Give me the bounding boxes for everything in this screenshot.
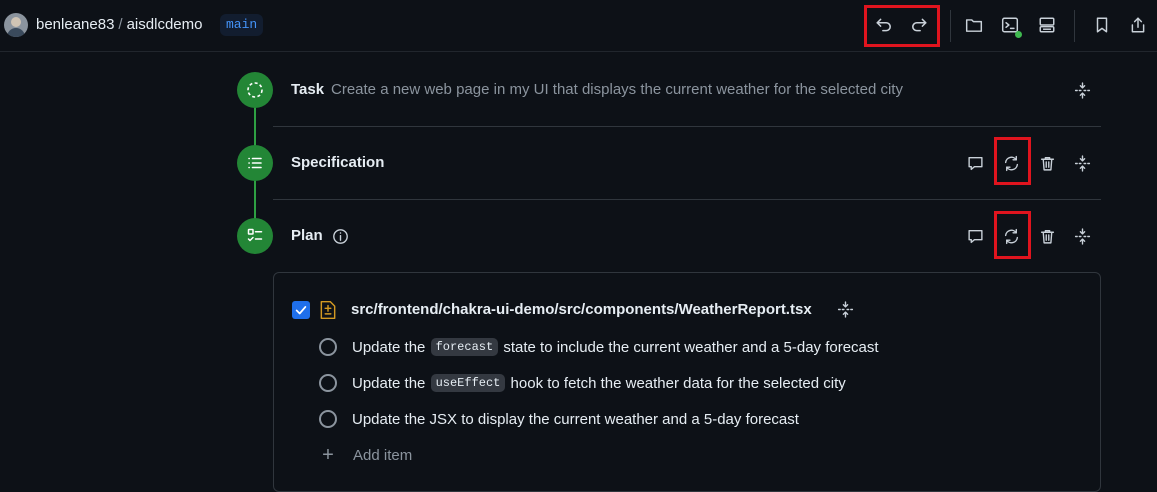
toolbar-divider [950,10,951,42]
item-text: Update the [352,338,426,356]
owner-link[interactable]: benleane83 [36,16,114,33]
info-icon [332,228,348,244]
add-item-button[interactable]: + Add item [319,444,412,467]
plan-item: Update the forecast state to include the… [319,335,879,359]
task-row: Task Create a new web page in my UI that… [273,78,1101,102]
item-text: Update the JSX to display the current we… [352,410,799,428]
specification-row: Specification [273,151,1101,175]
check-icon [295,306,307,315]
bookmark-button[interactable] [1089,12,1115,38]
collapse-specification-button[interactable] [1070,151,1094,175]
avatar[interactable] [4,13,28,37]
collapse-file-button[interactable] [833,297,857,321]
plan-info-button[interactable] [328,224,352,248]
timeline-connector [254,178,256,220]
sync-icon [1004,228,1018,244]
redo-button[interactable] [906,12,932,38]
file-checkbox[interactable] [292,301,310,319]
checklist-icon [247,228,263,242]
specification-title[interactable]: Specification [291,154,384,171]
server-icon [1039,17,1055,33]
files-button[interactable] [961,12,987,38]
comment-icon [967,156,983,170]
plan-file-card: src/frontend/chakra-ui-demo/src/componen… [273,272,1101,492]
delete-button[interactable] [1035,224,1059,248]
collapse-plan-button[interactable] [1070,224,1094,248]
fold-icon [1074,81,1090,99]
item-radio[interactable] [319,338,337,356]
breadcrumb-separator: / [118,16,123,33]
toolbar-divider [1074,10,1075,42]
undo-icon [876,18,891,32]
item-radio[interactable] [319,410,337,428]
collapse-task-button[interactable] [1070,78,1094,102]
add-item-label: Add item [353,447,413,464]
task-title: Task [291,81,325,98]
delete-button[interactable] [1035,151,1059,175]
task-step-circle [237,72,273,108]
fold-icon [1074,227,1090,245]
regenerate-button[interactable] [999,224,1023,248]
dashed-circle-icon [247,82,263,98]
file-path-link[interactable]: src/frontend/chakra-ui-demo/src/componen… [351,301,812,318]
comment-button[interactable] [963,151,987,175]
branch-badge[interactable]: main [220,14,264,36]
item-text: Update the [352,374,426,392]
plan-step-circle [237,218,273,254]
list-icon [248,157,262,169]
plan-item: Update the JSX to display the current we… [319,407,799,431]
bookmark-icon [1096,17,1108,33]
comment-button[interactable] [963,224,987,248]
file-diff-icon [320,300,336,320]
undo-button[interactable] [871,12,897,38]
trash-icon [1040,229,1054,244]
regenerate-button[interactable] [999,151,1023,175]
code-token: forecast [430,338,499,356]
fold-icon [837,300,853,318]
item-text: state to include the current weather and… [503,338,879,356]
codespace-button[interactable] [1034,12,1060,38]
comment-icon [967,229,983,243]
trash-icon [1040,156,1054,171]
specification-step-circle [237,145,273,181]
redo-icon [912,18,927,32]
share-button[interactable] [1125,12,1151,38]
terminal-status-dot [1015,31,1022,38]
top-bar: benleane83/aisdlcdemo main [0,0,1157,52]
row-divider [273,126,1101,127]
sync-icon [1004,155,1018,171]
row-divider [273,199,1101,200]
plan-title[interactable]: Plan [291,227,323,244]
share-icon [1131,17,1145,33]
repo-breadcrumb: benleane83/aisdlcdemo [36,16,202,33]
item-text: hook to fetch the weather data for the s… [510,374,846,392]
fold-icon [1074,154,1090,172]
code-token: useEffect [430,374,506,392]
repo-link[interactable]: aisdlcdemo [127,16,203,33]
plan-row: Plan [273,224,1101,248]
item-radio[interactable] [319,374,337,392]
task-description[interactable]: Create a new web page in my UI that disp… [331,81,903,98]
plus-icon: + [322,444,334,466]
folder-icon [965,19,983,32]
timeline-connector [254,105,256,147]
plan-item: Update the useEffect hook to fetch the w… [319,371,846,395]
